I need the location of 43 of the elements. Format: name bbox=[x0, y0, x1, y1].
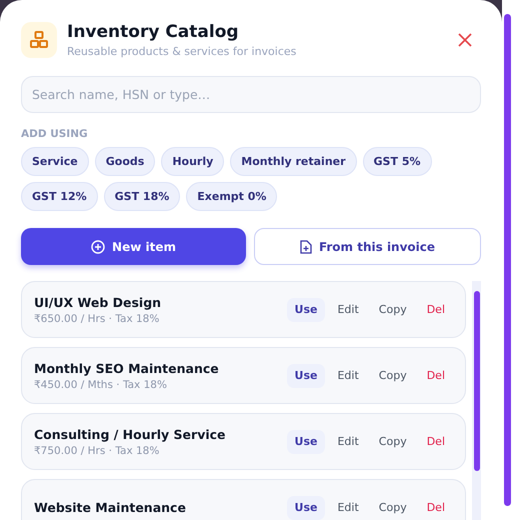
action-button[interactable]: Copy bbox=[370, 430, 415, 454]
section-label: ADD USING bbox=[21, 128, 89, 140]
dialog-subtitle: Reusable products & services for invoices bbox=[67, 45, 298, 58]
close-icon bbox=[458, 33, 472, 47]
search-field[interactable]: Search name, HSN or type… bbox=[21, 76, 481, 113]
action-button[interactable]: Copy bbox=[370, 364, 415, 388]
delete-button[interactable]: Del bbox=[418, 298, 453, 322]
action-button[interactable]: Use bbox=[286, 430, 326, 454]
item-details: ₹450.00 / Mths · Tax 18% bbox=[34, 378, 168, 390]
action-button[interactable]: Edit bbox=[329, 298, 367, 322]
preset-chip[interactable]: Exempt 0% bbox=[186, 182, 278, 211]
action-button[interactable]: Use bbox=[286, 298, 326, 322]
page-scrollbar[interactable] bbox=[502, 0, 512, 520]
action-button[interactable]: Edit bbox=[329, 430, 367, 454]
item-details: ₹650.00 / Hrs · Tax 18% bbox=[34, 312, 160, 324]
item-name: Monthly SEO Maintenance bbox=[34, 360, 220, 376]
action-button[interactable]: Copy bbox=[370, 298, 415, 322]
item-details: ₹750.00 / Hrs · Tax 18% bbox=[34, 444, 160, 456]
preset-chip[interactable]: Hourly bbox=[161, 147, 224, 176]
from-invoice-button[interactable]: From this invoice bbox=[254, 228, 481, 265]
item-name: UI/UX Web Design bbox=[34, 294, 162, 310]
delete-button[interactable]: Del bbox=[418, 364, 453, 388]
item-name: Website Maintenance bbox=[34, 500, 187, 515]
preset-chip[interactable]: GST 5% bbox=[362, 147, 432, 176]
action-button[interactable]: Use bbox=[286, 364, 326, 388]
new-item-button[interactable]: New item bbox=[21, 228, 246, 265]
dialog-title: Inventory Catalog bbox=[67, 22, 240, 42]
delete-button[interactable]: Del bbox=[418, 430, 453, 454]
action-button[interactable]: Edit bbox=[329, 364, 367, 388]
action-button[interactable]: Use bbox=[286, 496, 326, 520]
item-name: Consulting / Hourly Service bbox=[34, 426, 227, 442]
boxes-icon bbox=[29, 30, 49, 50]
document-plus-icon bbox=[300, 240, 312, 254]
action-button[interactable]: Copy bbox=[370, 496, 415, 520]
list-scrollbar[interactable] bbox=[472, 281, 481, 520]
preset-chip[interactable]: Goods bbox=[94, 147, 156, 176]
preset-chip[interactable]: GST 12% bbox=[21, 182, 98, 211]
preset-chip[interactable]: GST 18% bbox=[104, 182, 180, 211]
action-button[interactable]: Edit bbox=[329, 496, 367, 520]
plus-circle-icon bbox=[91, 240, 106, 254]
delete-button[interactable]: Del bbox=[418, 496, 453, 520]
preset-chip[interactable]: Service bbox=[21, 147, 89, 176]
preset-chip[interactable]: Monthly retainer bbox=[230, 147, 357, 176]
